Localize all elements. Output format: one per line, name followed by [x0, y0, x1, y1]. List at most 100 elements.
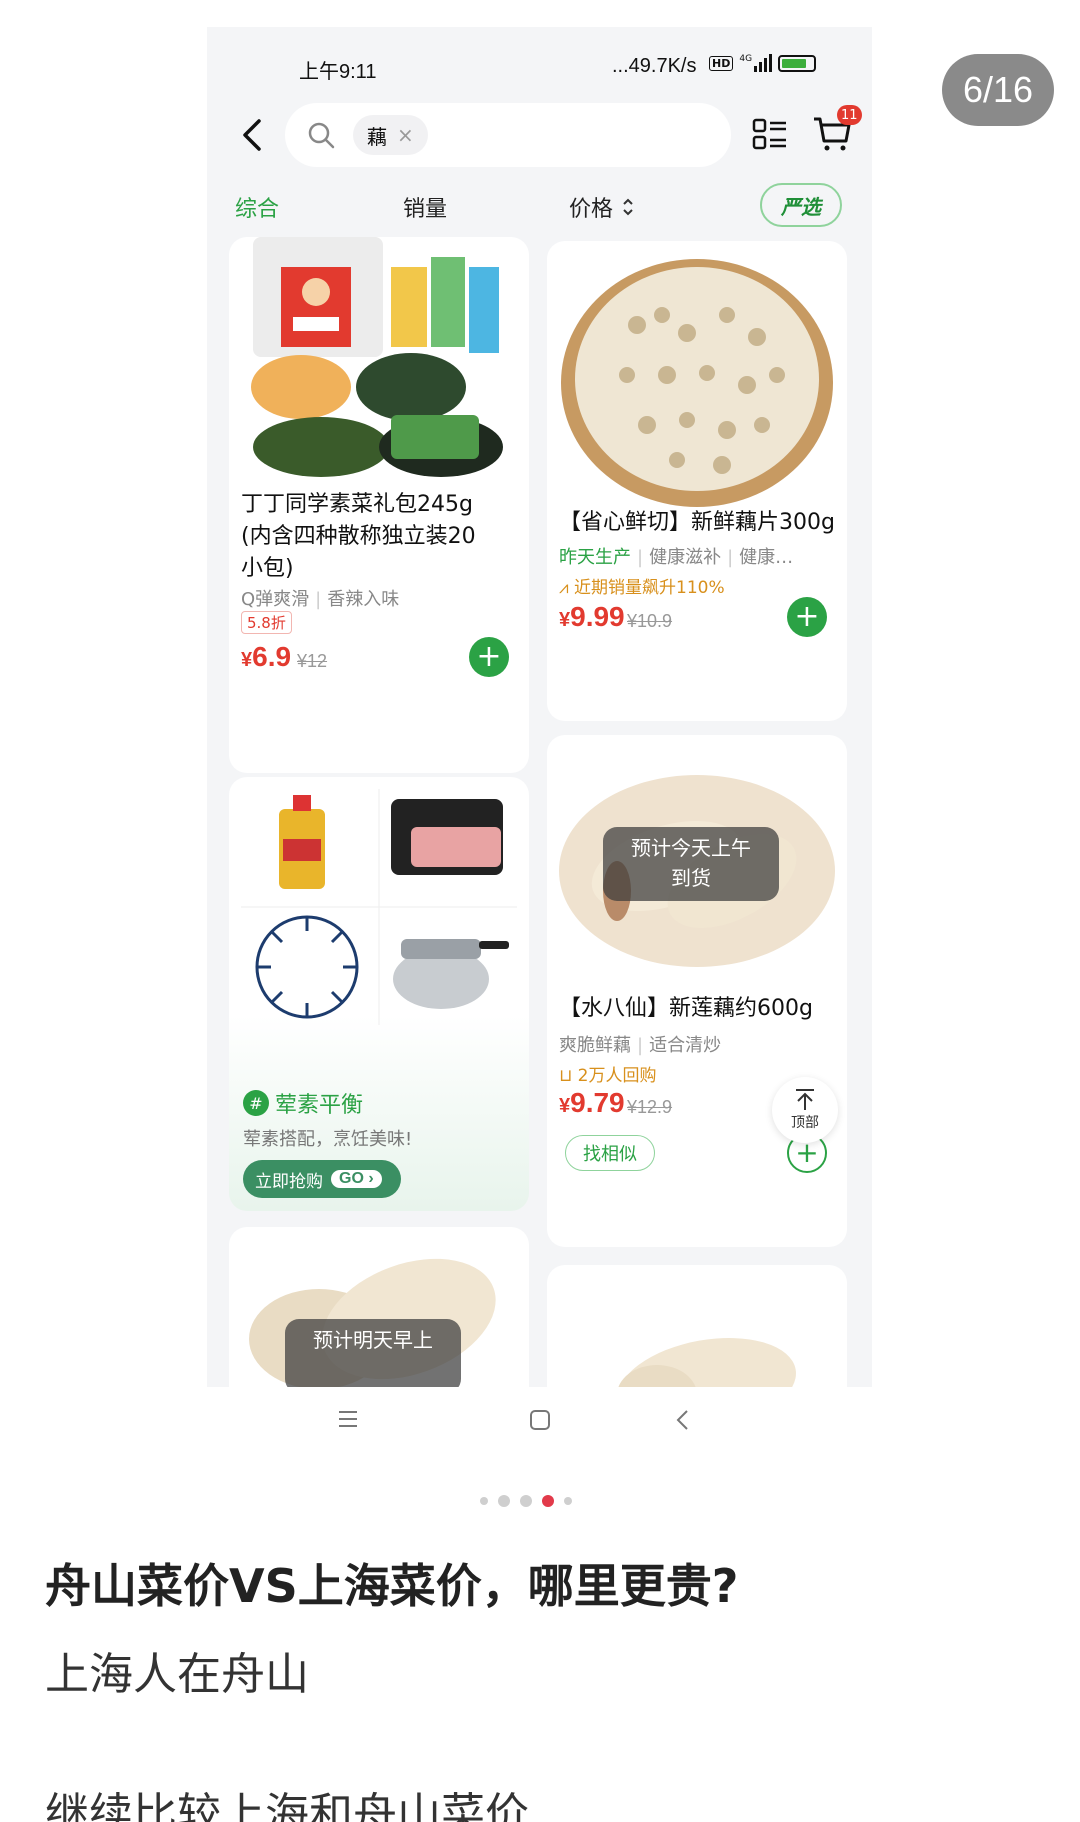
add-to-cart-button[interactable]: +	[787, 597, 827, 637]
buy-now-label: 立即抢购	[255, 1171, 323, 1192]
cart-small-icon: ⊔	[559, 1066, 578, 1086]
search-header: 藕 × 11	[207, 95, 872, 175]
product-title: 【水八仙】新莲藕约600g	[559, 996, 813, 1021]
signal-icon: 4G	[739, 54, 773, 72]
product-title: 【省心鲜切】新鲜藕片300g	[559, 510, 835, 535]
sort-toggle-icon	[623, 198, 633, 216]
tab-comprehensive[interactable]: 综合	[235, 191, 279, 223]
product-price: ¥9.99	[559, 601, 625, 633]
product-tags: 昨天生产 | 健康滋补 | 健康…	[559, 547, 794, 568]
yanxuan-filter-button[interactable]: 严选	[760, 183, 842, 227]
status-bar: 上午9:11 ...49.7K/s HD 4G	[207, 27, 872, 87]
currency-symbol: ¥	[559, 609, 571, 631]
post-title: 舟山菜价VS上海菜价，哪里更贵?	[45, 1559, 739, 1613]
product-tags: 爽脆鲜藕 | 适合清炒	[559, 1035, 722, 1056]
hd-icon: HD	[709, 55, 734, 71]
phone-navigation-bar	[207, 1387, 872, 1457]
menu-icon[interactable]	[337, 1409, 359, 1429]
promo-title: 荤素平衡	[275, 1093, 364, 1118]
status-time: 上午9:11	[299, 61, 377, 83]
tab-price-label: 价格	[569, 197, 614, 222]
search-box[interactable]: 藕 ×	[285, 103, 731, 167]
product-image	[561, 259, 833, 507]
home-icon[interactable]	[529, 1409, 551, 1431]
original-price: ¥12	[297, 651, 328, 671]
price-value: 6.9	[252, 641, 292, 672]
product-title-line: 丁丁同学素菜礼包245g	[241, 492, 473, 517]
hashtag-icon: #	[243, 1090, 269, 1116]
sort-tabs: 综合 销量 价格 严选	[207, 177, 872, 237]
product-tag: 健康…	[739, 547, 794, 568]
search-icon	[308, 122, 335, 149]
price-value: 9.79	[570, 1087, 625, 1118]
sales-trend: ⩘ 近期销量飙升110%	[559, 573, 725, 598]
carousel-indicator	[480, 1495, 572, 1507]
discount-badge: 5.8折	[241, 611, 292, 634]
delivery-estimate-overlay: 预计明天早上	[285, 1319, 461, 1387]
battery-icon	[778, 54, 817, 72]
post-author[interactable]: 上海人在舟山	[45, 1638, 309, 1702]
carousel-dot	[498, 1495, 510, 1507]
product-tag: 适合清炒	[649, 1035, 722, 1056]
currency-symbol: ¥	[241, 649, 253, 671]
product-card[interactable]	[547, 1265, 847, 1387]
product-tag: 爽脆鲜藕	[559, 1035, 631, 1056]
original-price: ¥10.9	[627, 611, 673, 631]
go-label: GO ›	[331, 1170, 382, 1188]
trend-text: 近期销量飙升110%	[574, 578, 725, 598]
delivery-estimate-overlay: 预计今天上午 到货	[603, 827, 779, 901]
product-tag: Q弹爽滑	[241, 589, 310, 610]
price-value: 9.99	[570, 601, 625, 632]
cart-count-badge: 11	[837, 105, 862, 125]
original-price: ¥12.9	[627, 1097, 673, 1117]
product-price: ¥9.79	[559, 1087, 625, 1119]
back-icon[interactable]	[675, 1409, 691, 1431]
post-body: 继续比较上海和舟山菜价	[45, 1789, 529, 1822]
product-tag: 香辣入味	[327, 589, 400, 610]
carousel-dot-active	[542, 1495, 554, 1507]
network-speed: ...49.7K/s	[612, 55, 697, 77]
delivery-estimate-line: 预计明天早上	[313, 1328, 433, 1352]
product-price: ¥6.9	[241, 641, 291, 673]
repurchase-text: 2万人回购	[577, 1066, 657, 1086]
product-tag-highlight: 昨天生产	[559, 547, 631, 568]
carousel-dot	[480, 1497, 488, 1505]
search-keyword: 藕	[367, 124, 387, 149]
buy-now-button[interactable]: 立即抢购 GO ›	[243, 1160, 401, 1198]
promo-header: # 荤素平衡	[243, 1087, 363, 1119]
product-tags: Q弹爽滑 | 香辣入味	[241, 589, 400, 610]
clear-keyword-icon[interactable]: ×	[397, 123, 414, 147]
back-to-top-label: 顶部	[791, 1115, 819, 1131]
back-to-top-button[interactable]: 顶部	[772, 1077, 838, 1143]
page-counter-badge: 6/16	[942, 54, 1054, 126]
tab-sales[interactable]: 销量	[403, 191, 447, 223]
delivery-estimate-line: 到货	[671, 866, 711, 890]
find-similar-button[interactable]: 找相似	[565, 1135, 655, 1171]
tab-price[interactable]: 价格	[569, 191, 635, 223]
product-card[interactable]: 预计今天上午 到货 【水八仙】新莲藕约600g 爽脆鲜藕 | 适合清炒 ⊔ 2万人回…	[547, 735, 847, 1247]
product-title-line: 小包)	[241, 556, 294, 581]
product-image	[618, 1338, 796, 1387]
list-view-icon[interactable]	[752, 117, 788, 153]
product-title-line: (内含四种散称独立装20	[241, 524, 476, 549]
promo-card[interactable]: # 荤素平衡 荤素搭配，烹饪美味! 立即抢购 GO ›	[229, 777, 529, 1211]
arrow-up-icon	[796, 1089, 814, 1110]
promo-collage	[241, 789, 517, 1025]
product-card[interactable]: 预计明天早上	[229, 1227, 529, 1387]
promo-subtitle: 荤素搭配，烹饪美味!	[243, 1129, 413, 1150]
delivery-estimate-line: 预计今天上午	[631, 836, 751, 860]
phone-screenshot: 上午9:11 ...49.7K/s HD 4G 藕 × 11 综合 销量 价格 …	[207, 27, 872, 1387]
search-keyword-chip[interactable]: 藕 ×	[353, 115, 428, 155]
back-arrow-icon[interactable]	[235, 115, 271, 155]
add-to-cart-button[interactable]: +	[469, 637, 509, 677]
product-card[interactable]: 丁丁同学素菜礼包245g (内含四种散称独立装20 小包) Q弹爽滑 | 香辣入味 …	[229, 237, 529, 773]
product-card[interactable]: 【省心鲜切】新鲜藕片300g 昨天生产 | 健康滋补 | 健康… ⩘ 近期销量飙升110…	[547, 241, 847, 721]
trend-icon: ⩘	[559, 578, 574, 598]
product-image	[251, 237, 503, 477]
repurchase-info: ⊔ 2万人回购	[559, 1061, 657, 1086]
carousel-dot	[564, 1497, 572, 1505]
signal-label: 4G	[739, 54, 753, 64]
status-icons: HD 4G	[709, 54, 817, 72]
currency-symbol: ¥	[559, 1095, 571, 1117]
carousel-dot	[520, 1495, 532, 1507]
